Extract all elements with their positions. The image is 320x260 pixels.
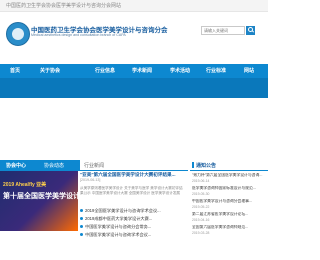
site-subtitle: Medical aesthetics design and consultati… — [31, 33, 126, 37]
notice-item[interactable]: "致力杯"第六届全国医学美学设计与咨询... — [192, 173, 266, 178]
notice-date: 2019-05-30 — [192, 192, 210, 196]
list-item-label: 中国医学美学设计与咨询分会常务... — [85, 224, 152, 229]
notice-title: 通知公告 — [196, 163, 217, 169]
main-nav: 首页 关于协会 行业信息 学术新闻 学术活动 行业标准 网站 — [0, 64, 268, 78]
tab-association-center[interactable]: 协会中心 — [6, 162, 26, 169]
content-area — [0, 98, 268, 160]
search-input[interactable] — [201, 26, 245, 35]
site-header — [0, 12, 268, 64]
list-item[interactable]: 中国医学美学设计与咨询分会常务... — [80, 224, 186, 230]
sub-nav-band — [0, 78, 268, 98]
bullet-icon — [80, 217, 83, 221]
nav-item-industry-info[interactable]: 行业信息 — [95, 64, 115, 78]
news-description: 从美学原则看医学美学设计 关于美学与医学 美学设计大赛初评结果公示 中国医学美学… — [80, 186, 183, 195]
list-item-label: 中国医学美学设计与咨询学术会议... — [85, 232, 152, 237]
notice-item[interactable]: 第二届江苏省医学美学设计论坛... — [192, 212, 266, 217]
banner-line2: 第十届全国医学美学设计大赛 — [3, 193, 78, 200]
nav-item-academic-activities[interactable]: 学术活动 — [170, 64, 190, 78]
news-date: [2019-06-13] — [80, 178, 101, 182]
list-item-label: 2019全国医学美学设计与咨询学术会议... — [85, 208, 161, 213]
notice-panel: 通知公告 "致力杯"第六届全国医学美学设计与咨询... 2019-06-14 医… — [190, 160, 268, 260]
bullet-icon — [80, 209, 83, 213]
bullet-icon — [80, 225, 83, 229]
notice-header: 通知公告 — [190, 160, 268, 171]
notice-item[interactable]: 医学美学咨询师国家标准设计与规范... — [192, 186, 266, 191]
logo-icon[interactable] — [6, 22, 30, 46]
notice-date: 2019-05-22 — [192, 205, 210, 209]
nav-item-website[interactable]: 网站 — [244, 64, 254, 78]
banner-line1: 2019 Ahealfly 亚美 — [3, 182, 47, 188]
notice-accent-bar — [192, 162, 194, 168]
nav-item-home[interactable]: 首页 — [10, 64, 20, 78]
tab-association-news[interactable]: 协会动态 — [44, 162, 64, 169]
list-item[interactable]: 中国医学美学设计与咨询学术会议... — [80, 232, 186, 238]
tab-industry-news[interactable]: 行业新闻 — [84, 162, 104, 169]
search-icon[interactable] — [246, 26, 255, 35]
list-item[interactable]: 2019全国医学美学设计与咨询学术会议... — [80, 208, 186, 214]
nav-item-industry-standard[interactable]: 行业标准 — [206, 64, 226, 78]
list-item-label: 2019成都中医药大学美学设计大赛... — [85, 216, 153, 221]
notice-item[interactable]: 中国医学美学设计与咨询分会理事... — [192, 199, 266, 204]
list-item[interactable]: 2019成都中医药大学美学设计大赛... — [80, 216, 186, 222]
banner-image[interactable]: 2019 Ahealfly 亚美 第十届全国医学美学设计大赛 — [0, 171, 78, 231]
top-utility-bar: 中国医药卫生学会协会医学美学设计与咨询分会网站 — [0, 0, 268, 12]
nav-item-academic-news[interactable]: 学术新闻 — [132, 64, 152, 78]
nav-item-about[interactable]: 关于协会 — [40, 64, 60, 78]
top-utility-text: 中国医药卫生学会协会医学美学设计与咨询分会网站 — [6, 3, 122, 9]
notice-date: 2019-04-16 — [192, 218, 210, 222]
notice-item[interactable]: 全国第六届医学美学咨询师规范... — [192, 225, 266, 230]
bullet-icon — [80, 233, 83, 237]
notice-date: 2019-03-28 — [192, 231, 210, 235]
notice-date: 2019-06-14 — [192, 179, 210, 183]
